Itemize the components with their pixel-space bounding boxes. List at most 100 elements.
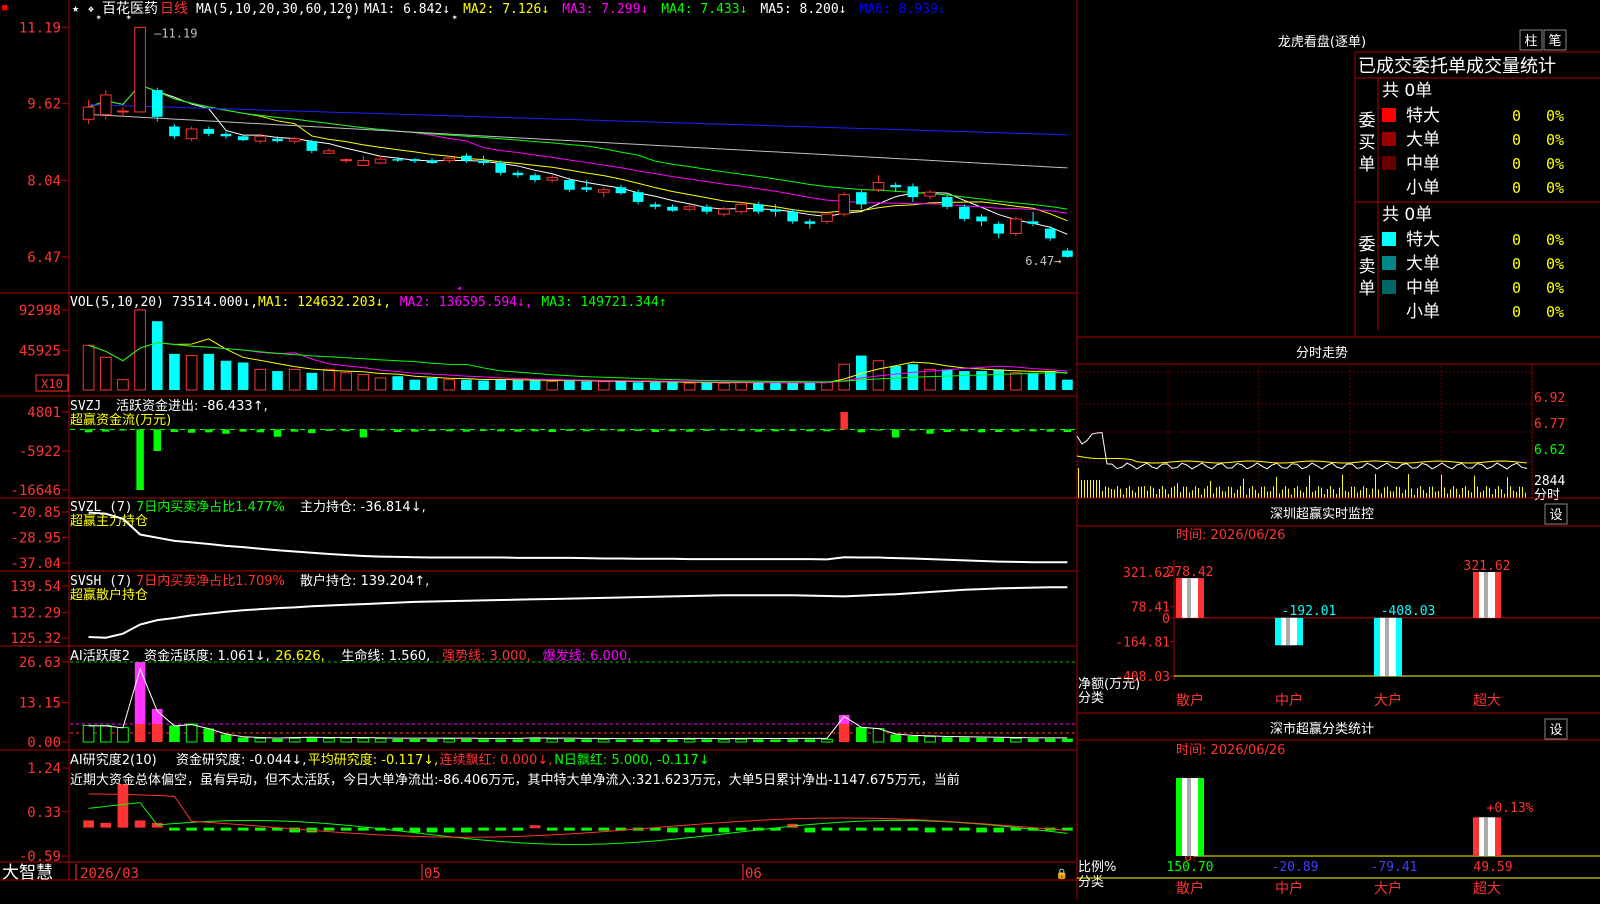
buy-row-name: 特大 bbox=[1406, 106, 1440, 126]
vol-bar-down bbox=[220, 360, 232, 390]
classify-ylabel2: 分类 bbox=[1078, 875, 1104, 890]
legend-swatch bbox=[1382, 256, 1396, 270]
research-bar bbox=[873, 827, 884, 831]
sell-row-name: 中单 bbox=[1406, 278, 1440, 298]
monitor-value: 321.62 bbox=[1464, 559, 1511, 574]
intraday-vol-bar bbox=[1486, 486, 1487, 498]
flow-bar bbox=[342, 429, 350, 432]
tick-view-label[interactable]: 笔 bbox=[1548, 33, 1561, 49]
intraday-vol-bar bbox=[1309, 475, 1310, 498]
vol-bar-down bbox=[959, 371, 970, 390]
flow-bar bbox=[445, 429, 453, 432]
monitor-time: 时间: 2026/06/26 bbox=[1176, 528, 1285, 543]
research-bar bbox=[478, 827, 489, 831]
vol-bar-down bbox=[804, 382, 816, 390]
vol-y-tick: 92998 bbox=[19, 303, 61, 319]
monitor-category: 大户 bbox=[1374, 692, 1402, 709]
intraday-vol-bar bbox=[1378, 489, 1379, 498]
intraday-vol-bar bbox=[1150, 486, 1151, 498]
intraday-vol-bar bbox=[1345, 490, 1346, 498]
candle-up bbox=[838, 194, 850, 215]
intraday-vol-bar bbox=[1366, 488, 1367, 498]
flow-bar bbox=[823, 429, 831, 432]
activity-bar bbox=[701, 739, 713, 742]
intraday-vol-bar bbox=[1279, 493, 1280, 498]
monitor-value: -192.01 bbox=[1282, 604, 1337, 619]
vol-bar-up bbox=[924, 368, 936, 391]
classify-category: 散户 bbox=[1176, 880, 1204, 897]
activity-bar bbox=[752, 739, 764, 742]
activity-bar bbox=[632, 739, 644, 742]
vol-bar-up bbox=[323, 368, 335, 391]
research-bar bbox=[546, 827, 558, 831]
vol-bar-up bbox=[340, 372, 352, 391]
sell-row-pct: 0% bbox=[1546, 255, 1564, 273]
buy-side-label: 委 bbox=[1359, 111, 1376, 131]
candle-up bbox=[185, 128, 198, 140]
candle-down bbox=[581, 187, 592, 190]
lock-icon[interactable]: 🔒 bbox=[1056, 868, 1068, 880]
intraday-vol-bar bbox=[1216, 487, 1217, 498]
candle-down bbox=[615, 187, 627, 194]
vol-bar-down bbox=[272, 371, 283, 390]
intraday-vol-bar bbox=[1177, 483, 1178, 498]
monitor-bar-core bbox=[1385, 617, 1389, 676]
vol-bar-up bbox=[374, 377, 387, 391]
intraday-vol-bar bbox=[1258, 492, 1259, 498]
candle-up bbox=[99, 94, 112, 115]
date-label: 05 bbox=[424, 866, 441, 882]
activity-bar bbox=[169, 725, 180, 742]
classify-time: 时间: 2026/06/26 bbox=[1176, 743, 1285, 758]
ma-line bbox=[88, 113, 1068, 169]
vol-bar-up bbox=[838, 363, 850, 391]
candle-up bbox=[288, 138, 301, 142]
flow-bar bbox=[376, 429, 385, 431]
intraday-vol-bar bbox=[1081, 480, 1082, 498]
monitor-value: 278.42 bbox=[1167, 565, 1214, 580]
vol-y-tick: 45925 bbox=[19, 343, 61, 359]
svzj-y-tick: 4801 bbox=[27, 405, 61, 421]
sell-side-label: 卖 bbox=[1359, 257, 1376, 277]
intraday-vol-bar bbox=[1162, 486, 1163, 498]
candle-down bbox=[272, 138, 283, 142]
intraday-price-tick: 6.77 bbox=[1534, 417, 1565, 432]
buy-row-count: 0 bbox=[1512, 107, 1521, 125]
flow-bar bbox=[222, 429, 230, 434]
candle-down bbox=[1062, 250, 1073, 257]
flow-bar bbox=[737, 429, 745, 431]
candle-down bbox=[701, 206, 713, 212]
classify-value: 49.59 bbox=[1473, 860, 1512, 875]
intraday-vol-bar bbox=[1285, 486, 1286, 498]
activity-bar bbox=[667, 739, 678, 742]
svzj-value: 活跃资金进出: -86.433↑, bbox=[116, 398, 268, 414]
intraday-vol-bar bbox=[1471, 492, 1472, 498]
flow-bar bbox=[857, 429, 866, 433]
candle-down bbox=[461, 155, 472, 161]
monitor-settings-label[interactable]: 设 bbox=[1549, 508, 1562, 523]
flow-bar bbox=[891, 429, 900, 438]
intraday-vol-bar bbox=[1357, 492, 1358, 498]
flow-bar bbox=[703, 429, 711, 431]
bar-view-label[interactable]: 柱 bbox=[1524, 34, 1537, 49]
vol-bar-down bbox=[649, 382, 661, 390]
intraday-vol-bar bbox=[1141, 486, 1142, 498]
intraday-vol-bar bbox=[1273, 486, 1274, 498]
flow-bar bbox=[205, 429, 213, 433]
intraday-vol-bar bbox=[1186, 486, 1187, 498]
intraday-vol-bar bbox=[1111, 489, 1112, 498]
research-bar bbox=[959, 827, 970, 831]
research-bar bbox=[890, 827, 902, 831]
intraday-vol-bar bbox=[1249, 488, 1250, 498]
classify-settings-label[interactable]: 设 bbox=[1549, 723, 1562, 738]
intraday-vol-bar bbox=[1456, 488, 1457, 498]
flow-bar bbox=[325, 429, 333, 431]
activity-bar bbox=[856, 726, 867, 742]
candle-down bbox=[632, 192, 644, 202]
activity-bar bbox=[461, 738, 472, 742]
legend-swatch bbox=[1382, 280, 1396, 294]
vol-bar-down bbox=[564, 380, 575, 390]
activity-bar bbox=[890, 734, 902, 742]
candle-down bbox=[770, 209, 781, 212]
activity-bar-base bbox=[134, 723, 146, 742]
candle-up bbox=[683, 206, 696, 210]
